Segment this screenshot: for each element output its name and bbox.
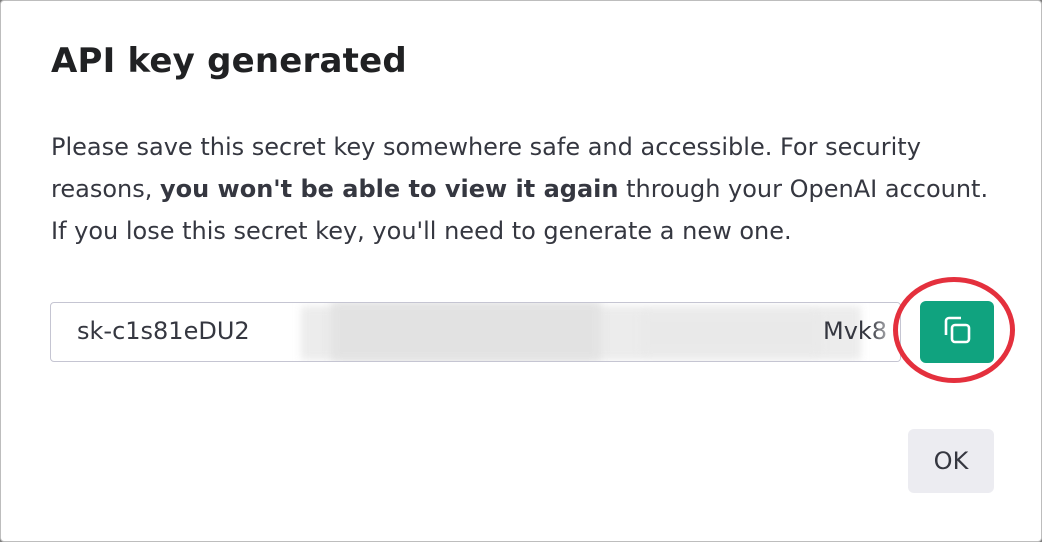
secret-key-field[interactable]: sk-c1s81eDU2 Mvk8 — [50, 302, 901, 362]
dialog-title: API key generated — [51, 41, 407, 81]
redaction-blur — [641, 313, 821, 353]
copy-key-button[interactable] — [920, 301, 994, 363]
message-warning-bold: you won't be able to view it again — [159, 175, 619, 203]
api-key-dialog: API key generated Please save this secre… — [0, 0, 1042, 542]
copy-icon — [940, 313, 974, 351]
field-fade — [870, 303, 900, 361]
secret-key-prefix: sk-c1s81eDU2 — [77, 317, 250, 345]
ok-button[interactable]: OK — [908, 429, 994, 493]
redaction-blur — [331, 303, 601, 361]
dialog-message: Please save this secret key somewhere sa… — [51, 126, 1011, 252]
